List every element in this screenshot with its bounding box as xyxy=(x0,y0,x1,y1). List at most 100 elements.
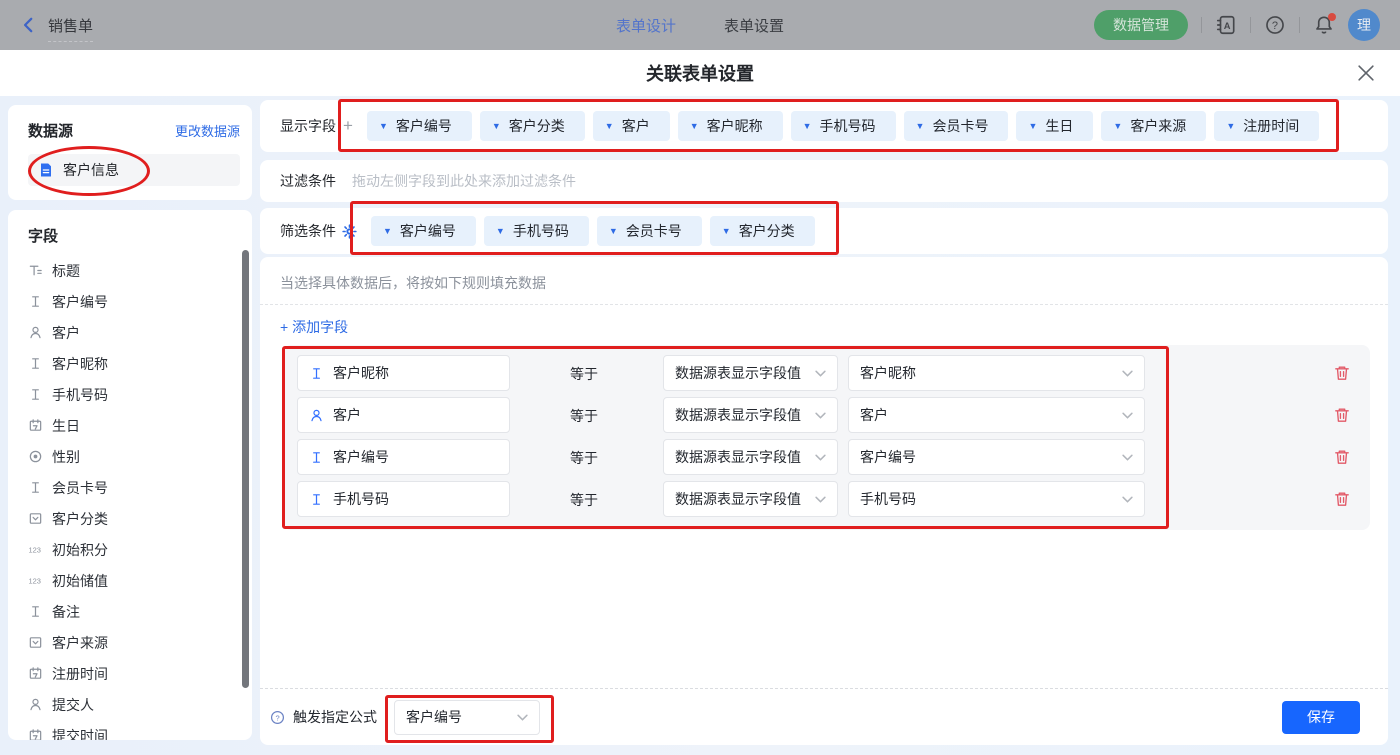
field-tag[interactable]: ▼客户来源 xyxy=(1101,111,1206,141)
rule-source-select[interactable]: 数据源表显示字段值 xyxy=(663,355,838,391)
rules-hint: 当选择具体数据后，将按如下规则填充数据 xyxy=(280,273,546,293)
text-field-icon xyxy=(28,294,43,309)
datasource-item-label: 客户信息 xyxy=(63,160,119,180)
scrollbar-thumb[interactable] xyxy=(242,250,249,688)
help-circle-icon[interactable]: ? xyxy=(270,710,285,725)
field-item[interactable]: 客户昵称 xyxy=(28,348,252,379)
field-tag[interactable]: ▼注册时间 xyxy=(1214,111,1319,141)
rule-target-field[interactable]: 手机号码 xyxy=(297,481,510,517)
trigger-formula-select[interactable]: 客户编号 xyxy=(394,700,540,735)
person-field-icon xyxy=(28,325,43,340)
rule-value-select[interactable]: 客户 xyxy=(848,397,1145,433)
rule-source-select[interactable]: 数据源表显示字段值 xyxy=(663,439,838,475)
field-tag[interactable]: ▼生日 xyxy=(1016,111,1093,141)
rule-value-label: 手机号码 xyxy=(860,489,916,509)
delete-icon[interactable] xyxy=(1333,364,1351,382)
fields-list: 标题客户编号客户客户昵称手机号码生日性别会员卡号客户分类123初始积分123初始… xyxy=(28,255,252,740)
delete-icon[interactable] xyxy=(1333,406,1351,424)
field-item[interactable]: 客户编号 xyxy=(28,286,252,317)
filter-dropzone[interactable]: 过滤条件 拖动左侧字段到此处来添加过滤条件 xyxy=(260,160,1388,202)
delete-icon[interactable] xyxy=(1333,490,1351,508)
modal-footer: ? 触发指定公式 客户编号 保存 xyxy=(260,688,1388,745)
rule-field-label: 手机号码 xyxy=(333,489,389,509)
trigger-formula-value: 客户编号 xyxy=(406,707,462,727)
field-tag[interactable]: ▼手机号码 xyxy=(791,111,896,141)
field-item[interactable]: 123初始储值 xyxy=(28,565,252,596)
rules-container: 客户昵称 等于 数据源表显示字段值 客户昵称 客户 等于 数据源表显示字段值 客… xyxy=(283,345,1370,530)
field-tag[interactable]: ▼手机号码 xyxy=(484,216,589,246)
field-item[interactable]: 手机号码 xyxy=(28,379,252,410)
rule-source-value: 数据源表显示字段值 xyxy=(675,363,801,383)
rule-row: 客户昵称 等于 数据源表显示字段值 客户昵称 xyxy=(283,355,1370,391)
rule-source-select[interactable]: 数据源表显示字段值 xyxy=(663,481,838,517)
rule-target-field[interactable]: 客户昵称 xyxy=(297,355,510,391)
field-item[interactable]: 客户来源 xyxy=(28,627,252,658)
data-manage-button[interactable]: 数据管理 xyxy=(1094,10,1188,40)
field-item[interactable]: 备注 xyxy=(28,596,252,627)
address-book-icon[interactable]: A xyxy=(1215,14,1237,36)
field-tag[interactable]: ▼客户分类 xyxy=(480,111,585,141)
avatar[interactable]: 理 xyxy=(1348,9,1380,41)
field-item[interactable]: 提交时间 xyxy=(28,720,252,740)
caret-down-icon: ▼ xyxy=(722,227,731,236)
field-tag[interactable]: ▼客户分类 xyxy=(710,216,815,246)
tag-label: 客户编号 xyxy=(400,221,456,241)
caret-down-icon: ▼ xyxy=(916,122,925,131)
caret-down-icon: ▼ xyxy=(379,122,388,131)
rule-value-select[interactable]: 手机号码 xyxy=(848,481,1145,517)
tag-label: 会员卡号 xyxy=(932,116,988,136)
caret-down-icon: ▼ xyxy=(1028,122,1037,131)
field-item[interactable]: 客户分类 xyxy=(28,503,252,534)
field-item-label: 标题 xyxy=(52,261,80,281)
delete-icon[interactable] xyxy=(1333,448,1351,466)
gear-icon[interactable] xyxy=(342,224,357,239)
field-item[interactable]: 性别 xyxy=(28,441,252,472)
field-item-label: 会员卡号 xyxy=(52,478,108,498)
field-item-label: 提交人 xyxy=(52,695,94,715)
caret-down-icon: ▼ xyxy=(496,227,505,236)
field-tag[interactable]: ▼ 会员卡号 xyxy=(904,111,1009,141)
text-field-icon xyxy=(309,492,324,507)
caret-down-icon: ▼ xyxy=(609,227,618,236)
datasource-panel: 数据源 更改数据源 客户信息 xyxy=(8,105,252,200)
field-tag[interactable]: ▼客户 xyxy=(593,111,670,141)
rule-source-value: 数据源表显示字段值 xyxy=(675,447,801,467)
add-display-field-button[interactable]: + xyxy=(343,116,353,136)
tab-form-settings[interactable]: 表单设置 xyxy=(724,15,784,36)
field-item[interactable]: 注册时间 xyxy=(28,658,252,689)
field-item[interactable]: 会员卡号 xyxy=(28,472,252,503)
add-rule-field-link[interactable]: + 添加字段 xyxy=(280,317,348,337)
field-item[interactable]: 123初始积分 xyxy=(28,534,252,565)
tag-label: 客户编号 xyxy=(396,116,452,136)
field-item[interactable]: 标题 xyxy=(28,255,252,286)
field-tag[interactable]: ▼客户编号 xyxy=(371,216,476,246)
rule-target-field[interactable]: 客户 xyxy=(297,397,510,433)
divider xyxy=(1201,17,1202,33)
rule-value-select[interactable]: 客户编号 xyxy=(848,439,1145,475)
rule-value-select[interactable]: 客户昵称 xyxy=(848,355,1145,391)
field-item[interactable]: 提交人 xyxy=(28,689,252,720)
rule-source-select[interactable]: 数据源表显示字段值 xyxy=(663,397,838,433)
caret-down-icon: ▼ xyxy=(690,122,699,131)
tab-form-design[interactable]: 表单设计 xyxy=(616,15,676,36)
datasource-item[interactable]: 客户信息 xyxy=(28,154,240,186)
help-icon[interactable]: ? xyxy=(1264,14,1286,36)
tag-label: 会员卡号 xyxy=(626,221,682,241)
field-tag[interactable]: ▼ 客户编号 xyxy=(367,111,472,141)
rule-row: 手机号码 等于 数据源表显示字段值 手机号码 xyxy=(283,481,1370,517)
calendar-field-icon xyxy=(28,666,43,681)
field-item[interactable]: 生日 xyxy=(28,410,252,441)
filter-placeholder: 拖动左侧字段到此处来添加过滤条件 xyxy=(352,171,576,191)
field-tag[interactable]: ▼ 会员卡号 xyxy=(597,216,702,246)
save-button[interactable]: 保存 xyxy=(1282,701,1360,734)
field-item[interactable]: 客户 xyxy=(28,317,252,348)
tag-label: 客户分类 xyxy=(509,116,565,136)
notification-bell-icon[interactable] xyxy=(1313,14,1335,36)
svg-text:123: 123 xyxy=(28,576,41,585)
change-datasource-link[interactable]: 更改数据源 xyxy=(175,121,240,140)
chevron-down-icon xyxy=(815,496,826,503)
field-tag[interactable]: ▼客户昵称 xyxy=(678,111,783,141)
calendar-field-icon xyxy=(28,418,43,433)
close-icon[interactable] xyxy=(1358,65,1374,81)
rule-target-field[interactable]: 客户编号 xyxy=(297,439,510,475)
